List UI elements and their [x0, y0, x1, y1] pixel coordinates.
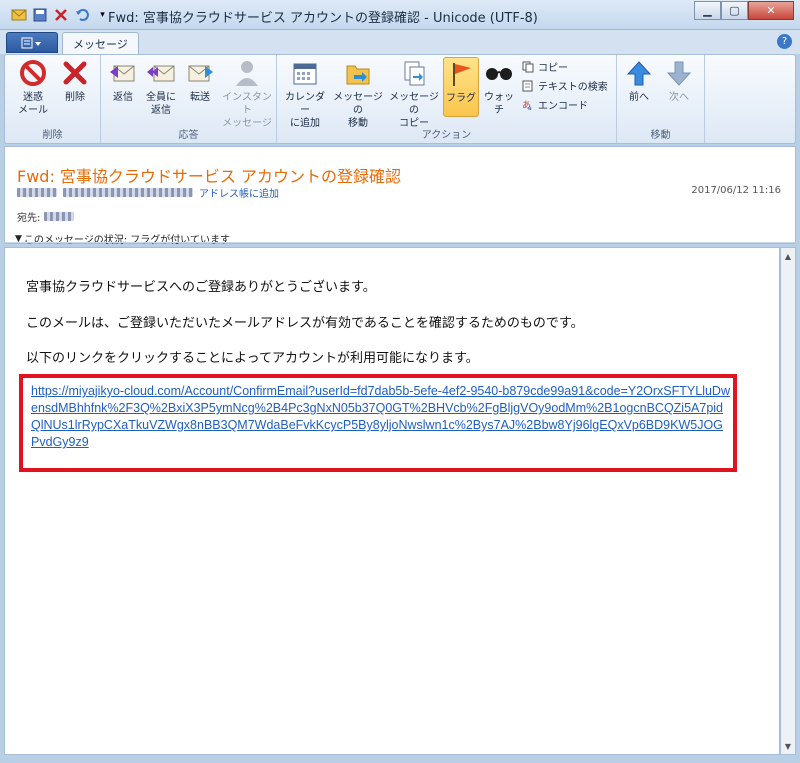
arrow-down-icon [663, 57, 695, 89]
watch-button[interactable]: ウォッチ [481, 57, 517, 117]
recipient-redacted [44, 212, 75, 221]
delete-button[interactable]: 削除 [55, 57, 95, 104]
move-message-label: メッセージの 移動 [333, 92, 383, 129]
watch-label: ウォッチ [484, 92, 514, 116]
message-date: 2017/06/12 11:16 [691, 185, 781, 196]
document-search-icon [521, 79, 535, 93]
junk-mail-button[interactable]: 迷惑 メール [11, 57, 55, 117]
copy-icon [521, 60, 535, 74]
body-line-1: 宮事協クラウドサービスへのご登録ありがとうございます。 [26, 280, 376, 295]
message-status-row: ▼ このメッセージの状況: フラグが付いています [15, 231, 230, 247]
tab-message[interactable]: メッセージ [62, 32, 139, 54]
message-status-text: このメッセージの状況: フラグが付いています [23, 235, 230, 246]
window-bottom-border [0, 755, 800, 763]
body-line-3: 以下のリンクをクリックすることによってアカウントが利用可能になります。 [26, 351, 479, 366]
message-header: Fwd: 宮事協クラウドサービス アカウントの登録確認 アドレス帳に追加 201… [4, 146, 796, 247]
save-icon[interactable] [31, 6, 48, 23]
copy-message-label: メッセージの コピー [389, 92, 439, 129]
reply-button[interactable]: 返信 [105, 57, 141, 104]
sender-address-redacted [63, 188, 193, 197]
small-action-buttons: コピー テキストの検索 あ a エンコード [521, 59, 608, 112]
confirm-email-link[interactable]: https://miyajikyo-cloud.com/Account/Conf… [31, 383, 731, 451]
add-to-calendar-button[interactable]: カレンダー に追加 [281, 57, 329, 130]
help-icon[interactable]: ? [777, 34, 792, 49]
add-to-contacts-link[interactable]: アドレス帳に追加 [199, 185, 279, 200]
sender-name-redacted [17, 188, 57, 197]
title-bar: ▾ Fwd: 宮事協クラウドサービス アカウントの登録確認 - Unicode … [0, 0, 800, 30]
instant-message-button[interactable]: インスタント メッセージ [219, 57, 275, 130]
ribbon: 迷惑 メール 削除 削除 返信 全員に 返信 転送 インスタント メッセージ 応… [4, 54, 796, 144]
mail-app-icon [10, 6, 27, 23]
undo-icon[interactable] [73, 6, 90, 23]
reply-all-button[interactable]: 全員に 返信 [141, 57, 181, 117]
group-label-move: 移動 [650, 130, 671, 141]
window-controls: ▁ ▢ ✕ [694, 1, 794, 20]
forward-icon [184, 57, 216, 89]
maximize-button[interactable]: ▢ [721, 1, 748, 20]
reply-all-label: 全員に 返信 [146, 92, 176, 116]
message-body: 宮事協クラウドサービスへのご登録ありがとうございます。 このメールは、ご登録いた… [4, 247, 780, 755]
copy-message-button[interactable]: メッセージの コピー [387, 57, 441, 130]
message-subject: Fwd: 宮事協クラウドサービス アカウントの登録確認 [17, 167, 402, 186]
copy-button[interactable]: コピー [521, 59, 608, 74]
group-label-delete: 削除 [42, 130, 63, 141]
encode-label: エンコード [538, 101, 588, 112]
quick-access-toolbar: ▾ [10, 6, 111, 23]
flag-button[interactable]: フラグ [443, 57, 479, 117]
calendar-icon [289, 57, 321, 89]
ribbon-group-move: 前へ 次へ 移動 [617, 55, 705, 143]
glasses-icon [483, 57, 515, 89]
document-copy-icon [398, 57, 430, 89]
close-button[interactable]: ✕ [748, 1, 794, 20]
file-menu-button[interactable] [6, 32, 58, 53]
add-to-calendar-label: カレンダー に追加 [285, 92, 325, 129]
next-button[interactable]: 次へ [661, 57, 697, 104]
no-entry-icon [17, 57, 49, 89]
group-label-actions: アクション [421, 130, 472, 141]
encoding-icon: あa [521, 98, 535, 112]
forward-button[interactable]: 転送 [183, 57, 217, 104]
reply-label: 返信 [113, 92, 133, 103]
vertical-scrollbar[interactable]: ▲ ▼ [780, 247, 796, 755]
next-label: 次へ [669, 92, 689, 103]
minimize-button[interactable]: ▁ [694, 1, 721, 20]
body-line-2: このメールは、ご登録いただいたメールアドレスが有効であることを確認するためのもの… [26, 316, 584, 331]
window-title: Fwd: 宮事協クラウドサービス アカウントの登録確認 - Unicode (U… [108, 11, 538, 26]
delete-label: 削除 [65, 92, 85, 103]
ribbon-tab-bar: メッセージ ? [0, 30, 800, 54]
header-divider [4, 242, 796, 243]
scroll-up-icon[interactable]: ▲ [781, 248, 795, 264]
previous-button[interactable]: 前へ [621, 57, 657, 104]
forward-label: 転送 [190, 92, 210, 103]
flag-label: フラグ [446, 93, 476, 104]
copy-label: コピー [538, 63, 568, 74]
folder-move-icon [342, 57, 374, 89]
svg-text:a: a [528, 105, 532, 111]
delete-x-icon [59, 57, 91, 89]
recipient-row: 宛先: [17, 209, 75, 224]
instant-message-label: インスタント メッセージ [222, 92, 272, 129]
scroll-down-icon[interactable]: ▼ [781, 738, 795, 754]
reply-icon [107, 57, 139, 89]
ribbon-group-delete: 迷惑 メール 削除 削除 [5, 55, 101, 143]
arrow-up-icon [623, 57, 655, 89]
flag-icon [445, 58, 477, 90]
find-text-label: テキストの検索 [538, 82, 608, 93]
to-label: 宛先: [17, 213, 41, 224]
delete-x-icon[interactable] [52, 6, 69, 23]
ribbon-group-respond: 返信 全員に 返信 転送 インスタント メッセージ 応答 [101, 55, 277, 143]
menu-icon [21, 37, 41, 48]
previous-label: 前へ [629, 92, 649, 103]
highlight-box: https://miyajikyo-cloud.com/Account/Conf… [19, 374, 737, 472]
junk-mail-label: 迷惑 メール [18, 92, 48, 116]
reply-all-icon [145, 57, 177, 89]
find-text-button[interactable]: テキストの検索 [521, 78, 608, 93]
group-label-respond: 応答 [178, 130, 199, 141]
move-message-button[interactable]: メッセージの 移動 [331, 57, 385, 130]
encode-button[interactable]: あ a エンコード [521, 97, 608, 113]
person-icon [231, 57, 263, 89]
sender-row: アドレス帳に追加 [17, 185, 279, 200]
